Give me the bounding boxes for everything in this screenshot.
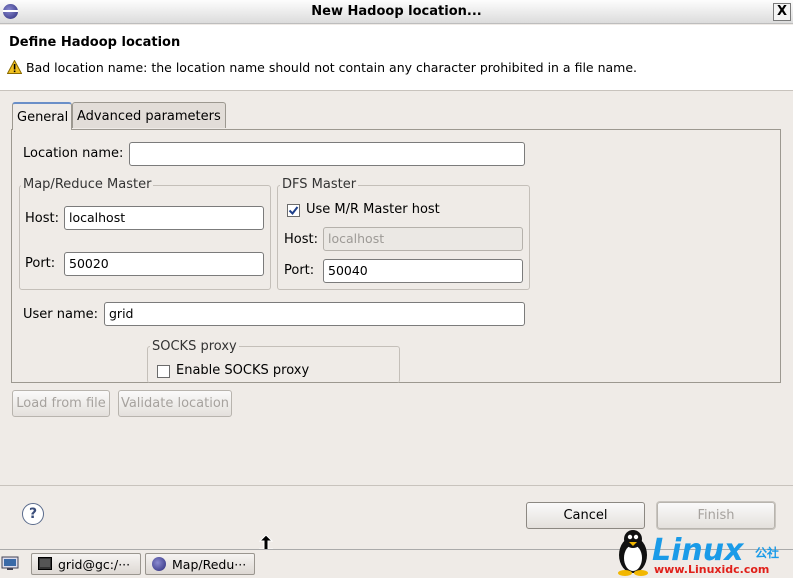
location-name-label: Location name: — [23, 146, 124, 161]
footer-separator — [0, 485, 793, 486]
mr-host-input[interactable]: localhost — [64, 206, 264, 230]
dfs-port-input[interactable]: 50040 — [323, 259, 523, 283]
penguin-logo-icon — [618, 530, 648, 576]
enable-socks-label[interactable]: Enable SOCKS proxy — [176, 363, 309, 378]
show-desktop-icon[interactable] — [1, 554, 19, 572]
taskbar-item-label: grid@gc:/··· — [58, 557, 131, 572]
socks-proxy-title: SOCKS proxy — [150, 339, 239, 354]
header-message: Bad location name: the location name sho… — [26, 60, 637, 75]
mr-port-input[interactable]: 50020 — [64, 252, 264, 276]
user-name-input[interactable]: grid — [104, 302, 525, 326]
taskbar-item-terminal[interactable]: grid@gc:/··· — [31, 553, 141, 575]
window-title-bar[interactable]: New Hadoop location... X — [0, 0, 793, 24]
watermark-suffix: 公社 — [755, 546, 780, 560]
location-name-input[interactable] — [129, 142, 525, 166]
taskbar-item-eclipse[interactable]: Map/Redu··· — [145, 553, 255, 575]
dfs-host-input: localhost — [323, 227, 523, 251]
mr-port-label: Port: — [25, 256, 56, 271]
help-icon[interactable]: ? — [22, 503, 44, 525]
cancel-button[interactable]: Cancel — [526, 502, 645, 529]
taskbar-item-label: Map/Redu··· — [172, 557, 247, 572]
dialog-header: Define Hadoop location Bad location name… — [0, 25, 793, 91]
dfs-host-label: Host: — [284, 232, 318, 247]
user-name-label: User name: — [23, 307, 99, 322]
load-from-file-button[interactable]: Load from file — [12, 390, 110, 417]
use-mr-master-checkbox[interactable] — [287, 204, 300, 217]
dfs-master-title: DFS Master — [280, 177, 359, 192]
warning-icon — [7, 60, 22, 74]
finish-button[interactable]: Finish — [657, 502, 775, 529]
eclipse-icon — [152, 557, 166, 571]
header-title: Define Hadoop location — [9, 35, 181, 50]
watermark-url: www.Linuxidc.com — [654, 563, 770, 576]
close-button[interactable]: X — [773, 3, 791, 21]
use-mr-master-label[interactable]: Use M/R Master host — [306, 202, 440, 217]
dfs-port-label: Port: — [284, 263, 315, 278]
terminal-icon — [38, 557, 52, 570]
validate-location-button[interactable]: Validate location — [118, 390, 232, 417]
tab-general[interactable]: General — [12, 102, 72, 130]
mapreduce-master-title: Map/Reduce Master — [21, 177, 154, 192]
enable-socks-checkbox[interactable] — [157, 365, 170, 378]
tab-advanced-parameters[interactable]: Advanced parameters — [72, 102, 226, 128]
window-title: New Hadoop location... — [311, 4, 482, 19]
mr-host-label: Host: — [25, 211, 59, 226]
checkmark-icon — [288, 206, 299, 216]
